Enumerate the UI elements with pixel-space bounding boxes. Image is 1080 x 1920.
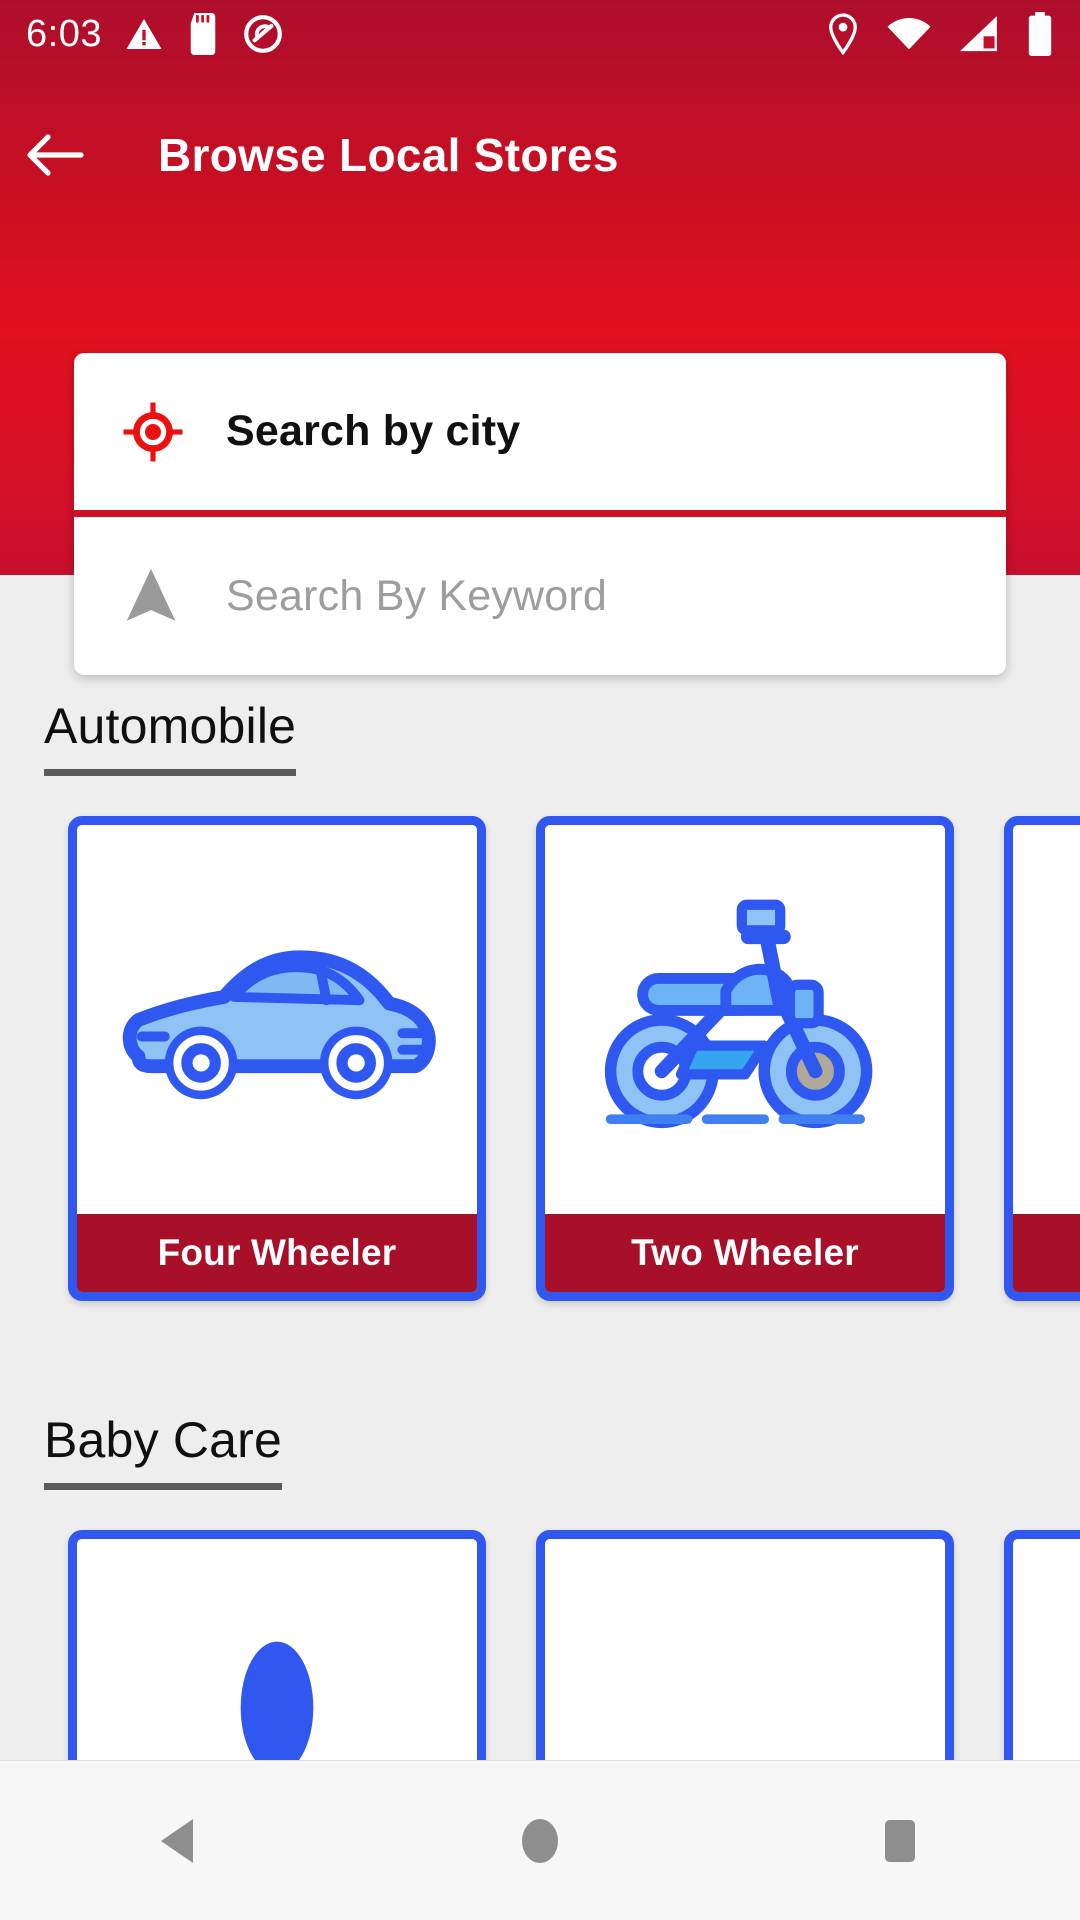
category-card-label: Four Wheeler: [77, 1214, 477, 1292]
category-card-partial[interactable]: [1004, 1530, 1080, 1760]
nav-recents-icon: [885, 1819, 915, 1862]
car-icon: [77, 825, 477, 1214]
category-card-baby-1[interactable]: [68, 1530, 486, 1760]
category-card-four-wheeler[interactable]: Four Wheeler: [68, 816, 486, 1301]
search-card: Search by city Search By Keyword: [74, 353, 1006, 675]
app-bar: Browse Local Stores: [0, 105, 1080, 205]
content-scroll-area[interactable]: Automobile Four Wheeler Two Wheeler Baby…: [0, 575, 1080, 1760]
category-card-label: [1013, 1214, 1080, 1292]
back-button[interactable]: [0, 105, 110, 205]
status-bar-right: [826, 12, 1054, 56]
section-title: Automobile: [44, 697, 297, 776]
search-by-keyword-row[interactable]: Search By Keyword: [74, 517, 1006, 675]
category-card-label: Two Wheeler: [545, 1214, 945, 1292]
status-clock: 6:03: [26, 13, 102, 55]
gps-crosshair-icon: [122, 401, 226, 463]
status-bar: 6:03: [0, 0, 1080, 68]
search-card-divider: [74, 510, 1006, 517]
nav-home-icon: [522, 1818, 558, 1863]
nav-back-icon: [161, 1818, 193, 1863]
category-card-partial[interactable]: [1004, 816, 1080, 1301]
section-title: Baby Care: [44, 1411, 283, 1490]
section-baby-care-header: Baby Care: [0, 1411, 1080, 1490]
section-baby-care: Baby Care: [0, 1411, 1080, 1760]
section-automobile-header: Automobile: [0, 697, 1080, 776]
baby-item-icon: [545, 1539, 945, 1760]
automobile-card-row[interactable]: Four Wheeler Two Wheeler: [0, 816, 1080, 1301]
partial-card-art: [1013, 825, 1080, 1214]
warning-icon: [126, 19, 162, 49]
page-title: Browse Local Stores: [158, 129, 619, 181]
sd-card-icon: [190, 13, 216, 55]
back-arrow-icon: [27, 134, 84, 176]
nav-recents-button[interactable]: [800, 1761, 1000, 1920]
search-by-city-label: Search by city: [226, 407, 521, 455]
category-card-two-wheeler[interactable]: Two Wheeler: [536, 816, 954, 1301]
wifi-icon: [887, 17, 931, 50]
section-automobile: Automobile Four Wheeler Two Wheeler: [0, 697, 1080, 1301]
android-navigation-bar: [0, 1760, 1080, 1920]
baby-care-card-row[interactable]: [0, 1530, 1080, 1760]
location-pin-icon: [829, 13, 857, 55]
search-by-city-row[interactable]: Search by city: [74, 353, 1006, 510]
category-card-baby-2[interactable]: [536, 1530, 954, 1760]
nav-back-button[interactable]: [80, 1761, 280, 1920]
battery-icon: [1028, 12, 1052, 56]
motorcycle-icon: [545, 825, 945, 1214]
partial-card-art: [1013, 1539, 1080, 1760]
cellular-signal-icon: [960, 16, 997, 52]
search-keyword-input[interactable]: Search By Keyword: [226, 572, 607, 621]
do-not-disturb-icon: [244, 15, 282, 53]
nav-home-button[interactable]: [440, 1761, 640, 1920]
status-bar-left: 6:03: [26, 13, 284, 55]
baby-bottle-icon: [77, 1539, 477, 1760]
navigation-arrow-icon: [122, 565, 226, 627]
